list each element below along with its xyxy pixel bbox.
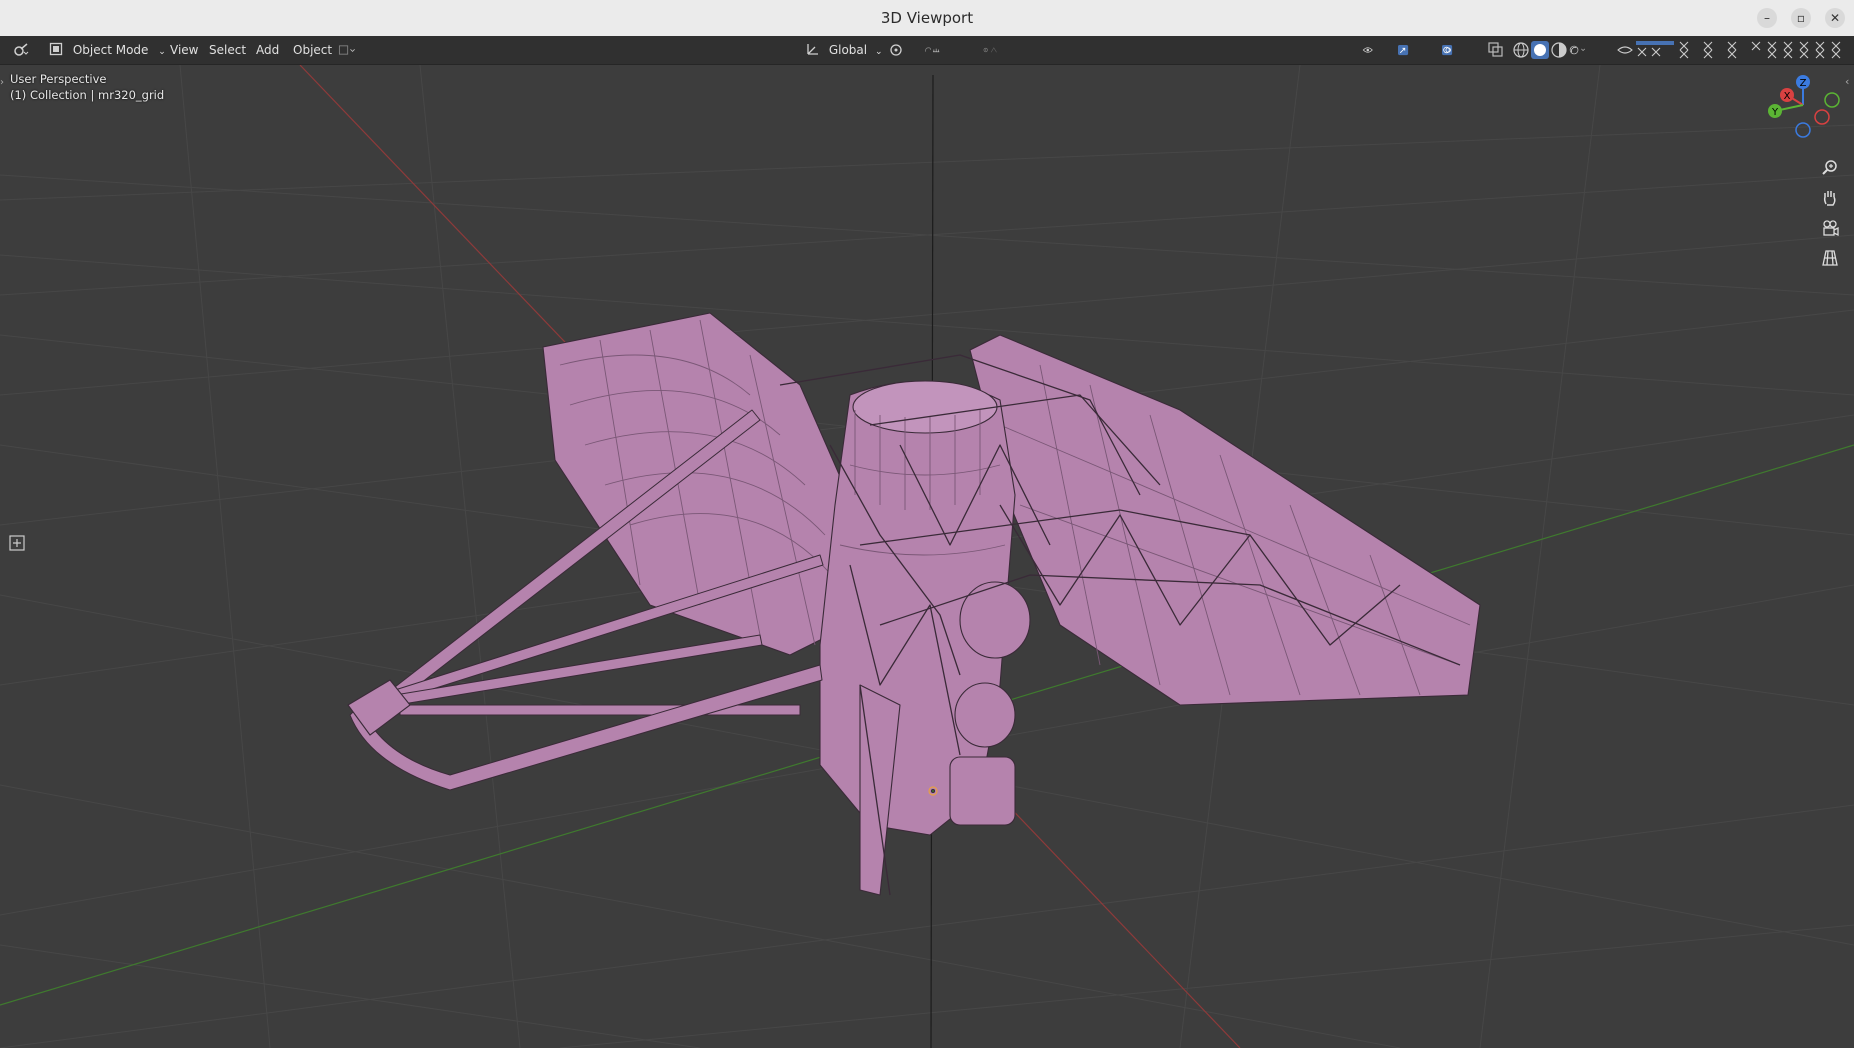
window-title: 3D Viewport — [880, 9, 974, 27]
toolbar-expand-icon[interactable]: › — [0, 77, 4, 88]
menu-add[interactable]: Add — [254, 42, 281, 58]
minimize-icon[interactable]: – — [1757, 8, 1777, 28]
maximize-icon[interactable]: ▫ — [1791, 8, 1811, 28]
menu-object[interactable]: Object — [291, 42, 334, 58]
sidebar-toggle-icon[interactable]: ‹ — [1845, 75, 1849, 88]
mode-label: Object Mode — [72, 43, 149, 57]
wireframe-shading-icon[interactable] — [1512, 41, 1530, 59]
viewport-header: Object Mode ⌄ View Select Add Object Glo… — [0, 36, 1854, 65]
overlay-icon[interactable] — [1442, 41, 1460, 59]
window-titlebar: 3D Viewport – ▫ ✕ — [0, 0, 1854, 37]
object-mode-icon — [49, 42, 63, 56]
viewport-scene — [0, 65, 1854, 1048]
gizmo-neg-y-handle[interactable] — [1824, 92, 1840, 108]
pan-hand-icon — [1823, 191, 1836, 206]
transform-orientation-icon — [807, 44, 818, 55]
gizmo-neg-x-handle[interactable] — [1814, 109, 1830, 125]
camera-view-button[interactable] — [1816, 214, 1844, 242]
gizmo-x-label: X — [1784, 91, 1791, 102]
gizmo-z-label: Z — [1800, 78, 1807, 89]
visibility-icon[interactable] — [1362, 41, 1380, 59]
menu-view[interactable]: View — [168, 42, 200, 58]
gizmo-y-label: Y — [1771, 107, 1779, 118]
close-icon[interactable]: ✕ — [1825, 8, 1845, 28]
pivot-icon[interactable] — [888, 41, 906, 59]
gizmo-neg-z-handle[interactable] — [1795, 122, 1811, 138]
camera-icon — [1823, 220, 1839, 237]
snap-icon[interactable] — [924, 41, 942, 59]
orientation-label: Global — [828, 43, 868, 57]
solid-shading-icon[interactable] — [1531, 41, 1549, 59]
zoom-icon — [1822, 160, 1837, 175]
material-shading-icon[interactable] — [1550, 41, 1568, 59]
navigation-gizmo[interactable]: Z X Y — [1756, 75, 1846, 145]
chevron-down-icon: ⌄ — [874, 47, 883, 57]
toolbar-toggle-icon[interactable] — [338, 41, 356, 59]
pan-button[interactable] — [1816, 184, 1844, 212]
tool-settings-icon[interactable] — [9, 535, 25, 551]
gizmo-icon[interactable] — [1398, 41, 1416, 59]
xray-icon[interactable] — [1487, 41, 1505, 59]
perspective-label: User Perspective — [10, 72, 107, 86]
satellite-model[interactable] — [347, 312, 1481, 896]
chevron-down-icon: ⌄ — [158, 47, 166, 57]
collection-label: (1) Collection | mr320_grid — [10, 88, 165, 102]
projection-toggle-button[interactable] — [1816, 244, 1844, 272]
3d-viewport[interactable]: User Perspective (1) Collection | mr320_… — [0, 65, 1854, 1048]
viewport-panel-strip — [1617, 41, 1841, 59]
zoom-button[interactable] — [1816, 154, 1844, 182]
proportional-edit-icon[interactable] — [983, 41, 1001, 59]
menu-select[interactable]: Select — [207, 42, 248, 58]
transform-orientation[interactable]: Global ⌄ — [806, 42, 882, 58]
rendered-shading-icon[interactable] — [1569, 41, 1587, 59]
editor-type-icon[interactable] — [12, 41, 30, 59]
mode-selector[interactable]: Object Mode ⌄ — [49, 42, 166, 58]
grid-view-icon — [1822, 250, 1838, 266]
